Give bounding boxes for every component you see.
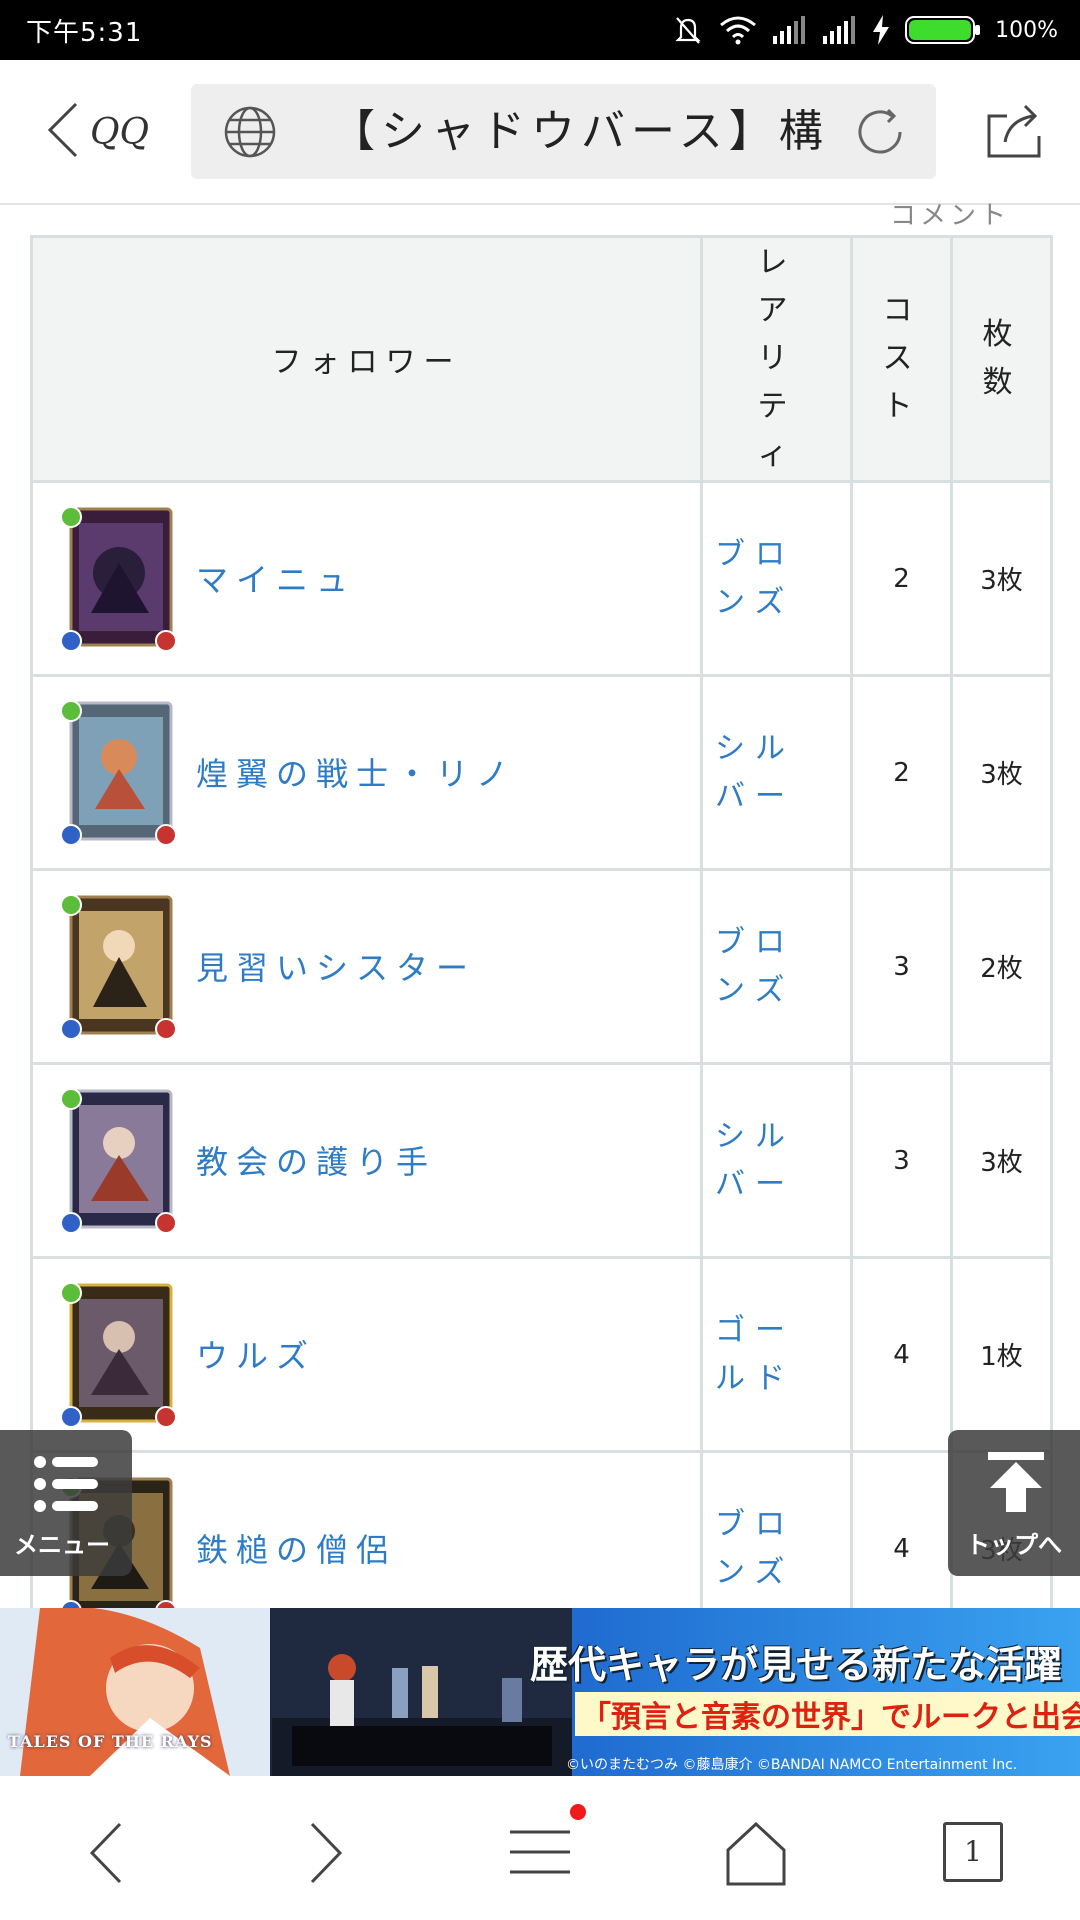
table-row: ウルズ ゴールド 4 1枚 (30, 1256, 1053, 1453)
arrow-up-icon (984, 1450, 1048, 1518)
follower-cell: 煌翼の戦士・リノ (30, 674, 703, 871)
status-icons: 100% (671, 10, 1058, 50)
page-content[interactable]: コメント フォロワー レアリティ コスト 枚数 マイニュ ブロンズ 2 3枚 煌… (0, 203, 1080, 1608)
cost-cell: 4 (850, 1256, 953, 1453)
cost-cell: 3 (850, 868, 953, 1065)
menu-icon[interactable] (508, 1818, 588, 1888)
share-icon[interactable] (985, 102, 1043, 164)
cost-cell: 4 (850, 1450, 953, 1608)
back-label: QQ (90, 111, 150, 153)
top-label: トップへ (966, 1531, 1062, 1559)
signal-icon (771, 16, 807, 44)
card-image[interactable] (61, 503, 176, 653)
ad-logo: TALES OF THE RAYS (8, 1732, 213, 1751)
card-name-link[interactable]: 鉄槌の僧侶 (196, 1453, 396, 1608)
cost-cell: 3 (850, 1062, 953, 1259)
page-title: 【シャドウバース】構 (331, 106, 829, 157)
status-time: 下午5:31 (26, 18, 143, 48)
card-image[interactable] (61, 891, 176, 1041)
deck-table: フォロワー レアリティ コスト 枚数 マイニュ ブロンズ 2 3枚 煌翼の戦士・… (30, 235, 1053, 1608)
menu-button[interactable]: メニュー (0, 1430, 132, 1576)
card-image[interactable] (61, 697, 176, 847)
chevron-left-icon (44, 100, 80, 164)
table-row: マイニュ ブロンズ 2 3枚 (30, 480, 1053, 677)
bottom-navigation: 1 (0, 1776, 1080, 1920)
rarity-cell[interactable]: シルバー (700, 674, 853, 871)
header-count: 枚数 (950, 235, 1053, 483)
home-icon[interactable] (724, 1818, 804, 1888)
ad-credit: ©いのまたむつみ ©藤島康介 ©BANDAI NAMCO Entertainme… (566, 1757, 1018, 1773)
reload-icon[interactable] (852, 104, 908, 164)
wifi-icon (719, 15, 757, 45)
count-cell: 3枚 (950, 1062, 1053, 1259)
follower-cell: 鉄槌の僧侶 (30, 1450, 703, 1608)
menu-label: メニュー (14, 1531, 110, 1559)
ad-banner[interactable]: TALES OF THE RAYS 歴代キャラが見せる新たな活躍 「預言と音素の… (0, 1608, 1080, 1776)
forward-arrow-icon[interactable] (300, 1818, 380, 1888)
charging-icon (871, 15, 891, 45)
count-cell: 3枚 (950, 480, 1053, 677)
mute-bell-icon (671, 13, 705, 47)
status-bar: 下午5:31 100% (0, 0, 1080, 60)
battery-icon (905, 15, 981, 45)
tabs-icon[interactable]: 1 (943, 1822, 1003, 1882)
table-row: 鉄槌の僧侶 ブロンズ 4 3枚 (30, 1450, 1053, 1608)
rarity-cell[interactable]: ブロンズ (700, 480, 853, 677)
table-row: 教会の護り手 シルバー 3 3枚 (30, 1062, 1053, 1259)
cost-cell: 2 (850, 480, 953, 677)
card-name-link[interactable]: 煌翼の戦士・リノ (196, 677, 516, 866)
header-follower: フォロワー (30, 235, 703, 483)
card-name-link[interactable]: 教会の護り手 (196, 1065, 436, 1254)
header-rarity: レアリティ (700, 235, 853, 483)
back-to-top-button[interactable]: トップへ (948, 1430, 1080, 1576)
ad-scene-image (272, 1608, 572, 1776)
follower-cell: 見習いシスター (30, 868, 703, 1065)
table-header-row: フォロワー レアリティ コスト 枚数 (30, 235, 1053, 483)
count-cell: 2枚 (950, 868, 1053, 1065)
battery-percent: 100% (995, 17, 1058, 43)
signal-icon (821, 16, 857, 44)
list-icon (32, 1454, 100, 1518)
header-cost: コスト (850, 235, 953, 483)
ad-subline: 「預言と音素の世界」でルークと出会う! (575, 1692, 1080, 1736)
rarity-cell[interactable]: ゴールド (700, 1256, 853, 1453)
follower-cell: マイニュ (30, 480, 703, 677)
count-cell: 1枚 (950, 1256, 1053, 1453)
globe-icon (223, 105, 277, 163)
count-cell: 3枚 (950, 674, 1053, 871)
follower-cell: 教会の護り手 (30, 1062, 703, 1259)
cost-cell: 2 (850, 674, 953, 871)
follower-cell: ウルズ (30, 1256, 703, 1453)
card-image[interactable] (61, 1279, 176, 1429)
back-arrow-icon[interactable] (84, 1818, 164, 1888)
table-row: 煌翼の戦士・リノ シルバー 2 3枚 (30, 674, 1053, 871)
rarity-cell[interactable]: ブロンズ (700, 868, 853, 1065)
table-row: 見習いシスター ブロンズ 3 2枚 (30, 868, 1053, 1065)
comment-link[interactable]: コメント (890, 203, 1010, 232)
notification-dot (570, 1804, 586, 1820)
back-to-qq-button[interactable]: QQ (44, 100, 194, 164)
card-name-link[interactable]: マイニュ (196, 483, 356, 672)
browser-toolbar: QQ 【シャドウバース】構 (0, 60, 1080, 205)
rarity-cell[interactable]: ブロンズ (700, 1450, 853, 1608)
card-name-link[interactable]: ウルズ (196, 1259, 316, 1448)
card-image[interactable] (61, 1085, 176, 1235)
card-name-link[interactable]: 見習いシスター (196, 871, 476, 1060)
rarity-cell[interactable]: シルバー (700, 1062, 853, 1259)
ad-headline: 歴代キャラが見せる新たな活躍 (530, 1643, 1063, 1687)
address-bar[interactable]: 【シャドウバース】構 (191, 84, 936, 179)
